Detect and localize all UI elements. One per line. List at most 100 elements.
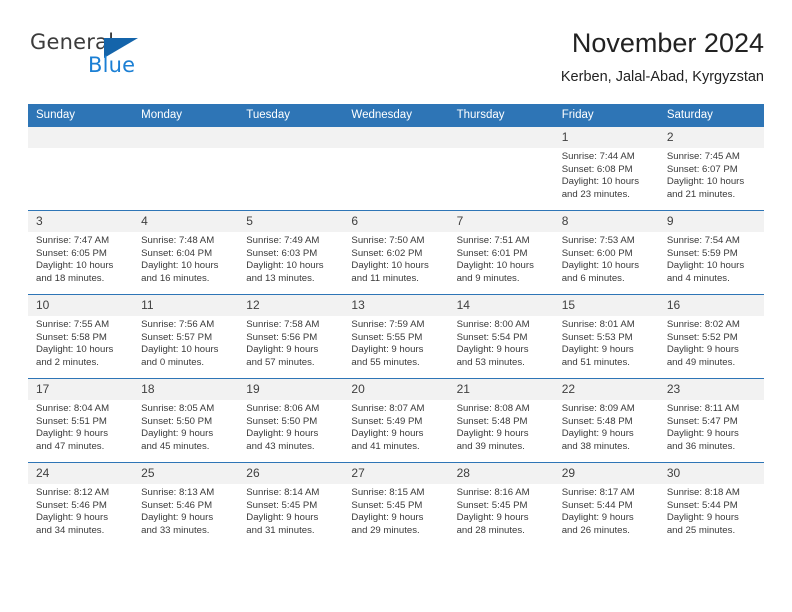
calendar-day-cell[interactable]: 20 Sunrise: 8:07 AM Sunset: 5:49 PM Dayligh… [343, 378, 449, 463]
sunset-text: Sunset: 5:48 PM [561, 415, 633, 427]
calendar-day-cell[interactable]: 27 Sunrise: 8:15 AM Sunset: 5:45 PM Dayligh… [343, 462, 449, 546]
calendar-day-cell[interactable]: 28 Sunrise: 8:16 AM Sunset: 5:45 PM Dayligh… [448, 462, 554, 546]
sunrise-text: Sunrise: 8:13 AM [141, 487, 215, 498]
day-number: 30 [658, 463, 764, 484]
daylight-text-line2: and 23 minutes. [561, 188, 630, 200]
day-number: 25 [133, 463, 239, 484]
calendar-week-row: 17 Sunrise: 8:04 AM Sunset: 5:51 PM Dayligh… [28, 378, 764, 463]
weekday-header-friday: Friday [553, 104, 659, 127]
calendar-day-cell[interactable]: 19 Sunrise: 8:06 AM Sunset: 5:50 PM Dayligh… [238, 378, 344, 463]
daylight-text-line2: and 36 minutes. [666, 440, 736, 452]
daylight-text-line2: and 2 minutes. [36, 356, 99, 368]
sunset-text: Sunset: 5:52 PM [666, 331, 738, 343]
calendar-day-cell[interactable]: 13 Sunrise: 7:59 AM Sunset: 5:55 PM Dayligh… [343, 294, 449, 379]
general-blue-logo[interactable]: General Blue [28, 30, 188, 88]
calendar-day-cell[interactable]: 18 Sunrise: 8:05 AM Sunset: 5:50 PM Dayligh… [133, 378, 239, 463]
day-sun-info: Sunrise: 7:48 AM Sunset: 6:04 PM Daylight:… [133, 232, 238, 285]
daylight-text-line2: and 53 minutes. [456, 356, 525, 368]
day-number: 6 [343, 211, 449, 232]
calendar-day-cell[interactable]: 10 Sunrise: 7:55 AM Sunset: 5:58 PM Dayligh… [28, 294, 134, 379]
daylight-text-line2: and 13 minutes. [246, 272, 315, 284]
sunrise-text: Sunrise: 8:18 AM [666, 487, 740, 498]
day-number: 11 [133, 295, 239, 316]
calendar-day-cell[interactable]: 14 Sunrise: 8:00 AM Sunset: 5:54 PM Dayligh… [448, 294, 554, 379]
daylight-text-line2: and 34 minutes. [36, 524, 105, 536]
day-number [28, 127, 134, 148]
sunset-text: Sunset: 5:56 PM [246, 331, 318, 343]
sunrise-text: Sunrise: 8:12 AM [36, 487, 110, 498]
sunrise-text: Sunrise: 8:08 AM [456, 403, 530, 414]
sunrise-text: Sunrise: 8:06 AM [246, 403, 320, 414]
calendar-day-cell-empty [448, 127, 554, 211]
daylight-text-line2: and 45 minutes. [141, 440, 210, 452]
day-number: 28 [448, 463, 554, 484]
calendar-day-cell[interactable]: 12 Sunrise: 7:58 AM Sunset: 5:56 PM Dayligh… [238, 294, 344, 379]
calendar-day-cell[interactable]: 29 Sunrise: 8:17 AM Sunset: 5:44 PM Dayligh… [553, 462, 659, 546]
calendar-day-cell[interactable]: 11 Sunrise: 7:56 AM Sunset: 5:57 PM Dayligh… [133, 294, 239, 379]
calendar-day-cell[interactable]: 2 Sunrise: 7:45 AM Sunset: 6:07 PM Daylight… [658, 127, 764, 211]
sunrise-text: Sunrise: 7:59 AM [351, 319, 425, 330]
sunset-text: Sunset: 6:07 PM [666, 163, 738, 175]
sunrise-text: Sunrise: 7:53 AM [561, 235, 635, 246]
daylight-text-line1: Daylight: 9 hours [36, 512, 108, 524]
weekday-header-thursday: Thursday [448, 104, 554, 127]
day-number [133, 127, 239, 148]
day-sun-info: Sunrise: 7:49 AM Sunset: 6:03 PM Daylight:… [238, 232, 343, 285]
day-sun-info: Sunrise: 8:16 AM Sunset: 5:45 PM Daylight:… [449, 484, 554, 537]
calendar-day-cell-empty [238, 127, 344, 211]
daylight-text-line1: Daylight: 9 hours [666, 512, 739, 524]
calendar-day-cell[interactable]: 22 Sunrise: 8:09 AM Sunset: 5:48 PM Dayligh… [553, 378, 659, 463]
calendar-day-cell[interactable]: 15 Sunrise: 8:01 AM Sunset: 5:53 PM Dayligh… [553, 294, 659, 379]
day-number: 20 [343, 379, 449, 400]
day-sun-info: Sunrise: 8:09 AM Sunset: 5:48 PM Daylight:… [554, 400, 659, 453]
day-sun-info: Sunrise: 8:07 AM Sunset: 5:49 PM Daylight:… [343, 400, 448, 453]
daylight-text-line1: Daylight: 9 hours [36, 428, 108, 440]
sunset-text: Sunset: 5:55 PM [351, 331, 423, 343]
calendar-week-row: 1 Sunrise: 7:44 AM Sunset: 6:08 PM Daylight… [28, 127, 764, 211]
calendar-day-cell[interactable]: 6 Sunrise: 7:50 AM Sunset: 6:02 PM Daylight… [343, 210, 449, 295]
sunset-text: Sunset: 5:46 PM [36, 499, 107, 511]
calendar-day-cell[interactable]: 3 Sunrise: 7:47 AM Sunset: 6:05 PM Daylight… [28, 210, 134, 295]
daylight-text-line1: Daylight: 9 hours [456, 512, 529, 524]
calendar-day-cell[interactable]: 7 Sunrise: 7:51 AM Sunset: 6:01 PM Daylight… [448, 210, 554, 295]
calendar-day-cell[interactable]: 21 Sunrise: 8:08 AM Sunset: 5:48 PM Dayligh… [448, 378, 554, 463]
daylight-text-line2: and 49 minutes. [666, 356, 736, 368]
daylight-text-line2: and 16 minutes. [141, 272, 210, 284]
weekday-header-monday: Monday [133, 104, 239, 127]
day-sun-info: Sunrise: 7:56 AM Sunset: 5:57 PM Daylight:… [133, 316, 238, 369]
weekday-header-sunday: Sunday [28, 104, 134, 127]
daylight-text-line1: Daylight: 9 hours [351, 428, 424, 440]
sunrise-text: Sunrise: 8:00 AM [456, 319, 530, 330]
daylight-text-line1: Daylight: 10 hours [141, 260, 219, 272]
calendar-day-cell[interactable]: 17 Sunrise: 8:04 AM Sunset: 5:51 PM Dayligh… [28, 378, 134, 463]
calendar-day-cell[interactable]: 8 Sunrise: 7:53 AM Sunset: 6:00 PM Daylight… [553, 210, 659, 295]
calendar-day-cell[interactable]: 25 Sunrise: 8:13 AM Sunset: 5:46 PM Dayligh… [133, 462, 239, 546]
daylight-text-line2: and 47 minutes. [36, 440, 105, 452]
calendar-day-cell[interactable]: 16 Sunrise: 8:02 AM Sunset: 5:52 PM Dayligh… [658, 294, 764, 379]
day-number: 12 [238, 295, 344, 316]
calendar-day-cell[interactable]: 26 Sunrise: 8:14 AM Sunset: 5:45 PM Dayligh… [238, 462, 344, 546]
calendar-day-cell[interactable]: 9 Sunrise: 7:54 AM Sunset: 5:59 PM Daylight… [658, 210, 764, 295]
day-sun-info: Sunrise: 8:06 AM Sunset: 5:50 PM Daylight:… [238, 400, 343, 453]
day-number: 2 [658, 127, 764, 148]
day-sun-info: Sunrise: 8:18 AM Sunset: 5:44 PM Daylight:… [659, 484, 764, 537]
day-sun-info: Sunrise: 7:44 AM Sunset: 6:08 PM Daylight:… [554, 148, 659, 201]
calendar-day-cell[interactable]: 5 Sunrise: 7:49 AM Sunset: 6:03 PM Daylight… [238, 210, 344, 295]
daylight-text-line1: Daylight: 9 hours [351, 512, 424, 524]
calendar-day-cell[interactable]: 23 Sunrise: 8:11 AM Sunset: 5:47 PM Dayligh… [658, 378, 764, 463]
sunset-text: Sunset: 6:00 PM [561, 247, 633, 259]
day-number: 17 [28, 379, 134, 400]
calendar-week-row: 3 Sunrise: 7:47 AM Sunset: 6:05 PM Daylight… [28, 210, 764, 295]
day-sun-info: Sunrise: 8:15 AM Sunset: 5:45 PM Daylight:… [343, 484, 448, 537]
daylight-text-line2: and 43 minutes. [246, 440, 315, 452]
sunrise-text: Sunrise: 8:04 AM [36, 403, 110, 414]
calendar-day-cell[interactable]: 30 Sunrise: 8:18 AM Sunset: 5:44 PM Dayligh… [658, 462, 764, 546]
calendar-day-cell[interactable]: 1 Sunrise: 7:44 AM Sunset: 6:08 PM Daylight… [553, 127, 659, 211]
calendar-day-cell[interactable]: 4 Sunrise: 7:48 AM Sunset: 6:04 PM Daylight… [133, 210, 239, 295]
calendar-day-cell[interactable]: 24 Sunrise: 8:12 AM Sunset: 5:46 PM Dayligh… [28, 462, 134, 546]
day-sun-info: Sunrise: 7:45 AM Sunset: 6:07 PM Daylight:… [659, 148, 764, 201]
calendar-week-row: 24 Sunrise: 8:12 AM Sunset: 5:46 PM Dayligh… [28, 462, 764, 546]
daylight-text-line2: and 26 minutes. [561, 524, 630, 536]
day-number: 16 [658, 295, 764, 316]
calendar-week-row: 10 Sunrise: 7:55 AM Sunset: 5:58 PM Dayligh… [28, 294, 764, 379]
